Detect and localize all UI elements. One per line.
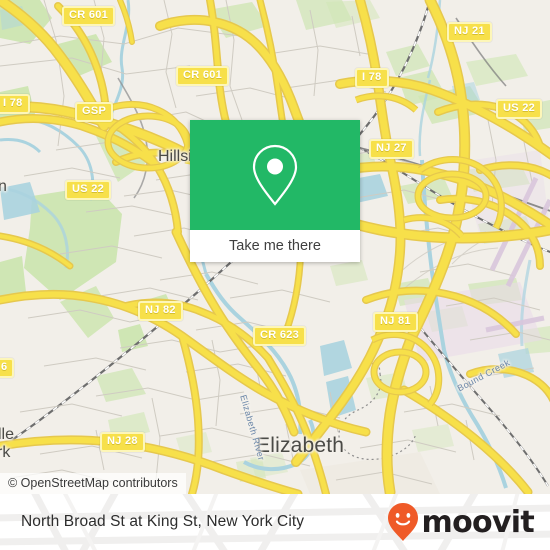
shield: 6	[0, 358, 15, 378]
card-hero	[190, 120, 360, 230]
map-screenshot: CR 601 CR 601 I 78 GSP US 22 I 78 NJ 21 …	[0, 0, 550, 550]
take-me-there-button[interactable]: Take me there	[190, 230, 360, 262]
moovit-smiley-pin-icon	[387, 503, 418, 541]
shield: NJ 28	[100, 432, 145, 452]
osm-attribution[interactable]: © OpenStreetMap contributors	[0, 473, 186, 494]
place-label: rk	[0, 444, 11, 461]
shield: NJ 81	[373, 312, 418, 332]
shield: I 78	[355, 68, 389, 88]
moovit-wordmark: moovit	[421, 504, 535, 540]
take-me-there-label: Take me there	[229, 238, 321, 254]
location-title: North Broad St at King St, New York City	[21, 513, 305, 530]
footer-bar: North Broad St at King St, New York City…	[0, 494, 550, 550]
place-label: lle	[0, 426, 15, 443]
shield: CR 601	[176, 66, 230, 86]
place-label: Elizabeth	[256, 434, 345, 457]
map-pin-icon	[252, 144, 298, 206]
shield: CR 623	[253, 326, 307, 346]
moovit-brand[interactable]: moovit	[386, 502, 535, 542]
place-label: n	[0, 178, 7, 195]
shield: NJ 27	[369, 139, 414, 159]
shield: NJ 21	[447, 22, 492, 42]
location-card[interactable]: Take me there	[190, 120, 360, 262]
shield: CR 601	[62, 6, 116, 26]
shield: US 22	[496, 99, 543, 119]
shield: NJ 82	[138, 301, 183, 321]
shield: US 22	[65, 180, 112, 200]
shield: GSP	[75, 102, 114, 122]
shield: I 78	[0, 94, 30, 114]
